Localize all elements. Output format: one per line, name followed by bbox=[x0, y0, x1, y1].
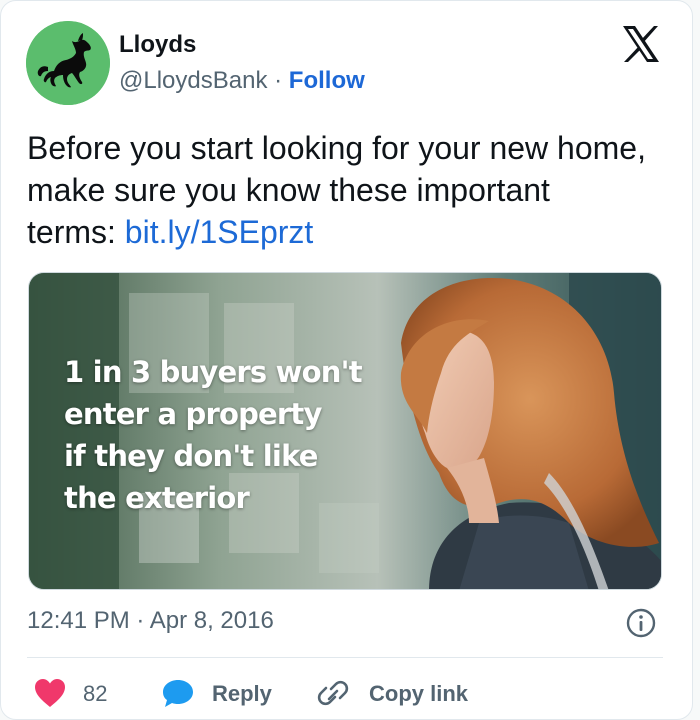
reply-button[interactable]: Reply bbox=[212, 681, 272, 707]
divider bbox=[27, 657, 663, 658]
handle-row: @LloydsBank · Follow bbox=[119, 67, 365, 95]
separator-dot: · bbox=[267, 67, 289, 94]
author-avatar[interactable] bbox=[26, 21, 110, 105]
tweet-timestamp[interactable]: 12:41 PM · Apr 8, 2016 bbox=[27, 607, 274, 635]
speech-bubble-icon[interactable] bbox=[161, 678, 195, 708]
heart-icon[interactable] bbox=[33, 678, 67, 708]
like-count: 82 bbox=[83, 681, 108, 706]
overlay-line: the exterior bbox=[64, 481, 250, 515]
author-name[interactable]: Lloyds bbox=[119, 31, 196, 59]
overlay-line: enter a property bbox=[64, 397, 322, 431]
horse-logo-icon bbox=[26, 21, 110, 105]
copy-link-button[interactable]: Copy link bbox=[369, 681, 468, 707]
follow-button[interactable]: Follow bbox=[289, 67, 365, 94]
overlay-line: if they don't like bbox=[64, 439, 318, 473]
overlay-line: 1 in 3 buyers won't bbox=[64, 355, 363, 389]
tweet-media-image[interactable]: 1 in 3 buyers won't enter a property if … bbox=[28, 272, 662, 590]
action-bar: 82 Reply Copy link bbox=[1, 673, 700, 713]
tweet-card: Lloyds @LloydsBank · Follow Before you s… bbox=[0, 0, 693, 720]
tweet-body: Before you start looking for your new ho… bbox=[27, 130, 646, 250]
media-overlay-text: 1 in 3 buyers won't enter a property if … bbox=[64, 351, 394, 519]
link-chain-icon[interactable] bbox=[315, 677, 351, 709]
info-icon[interactable] bbox=[626, 608, 656, 638]
author-handle[interactable]: @LloydsBank bbox=[119, 67, 267, 94]
tweet-text: Before you start looking for your new ho… bbox=[27, 127, 647, 253]
x-logo-icon[interactable] bbox=[620, 23, 662, 65]
tweet-link[interactable]: bit.ly/1SEprzt bbox=[125, 214, 314, 250]
